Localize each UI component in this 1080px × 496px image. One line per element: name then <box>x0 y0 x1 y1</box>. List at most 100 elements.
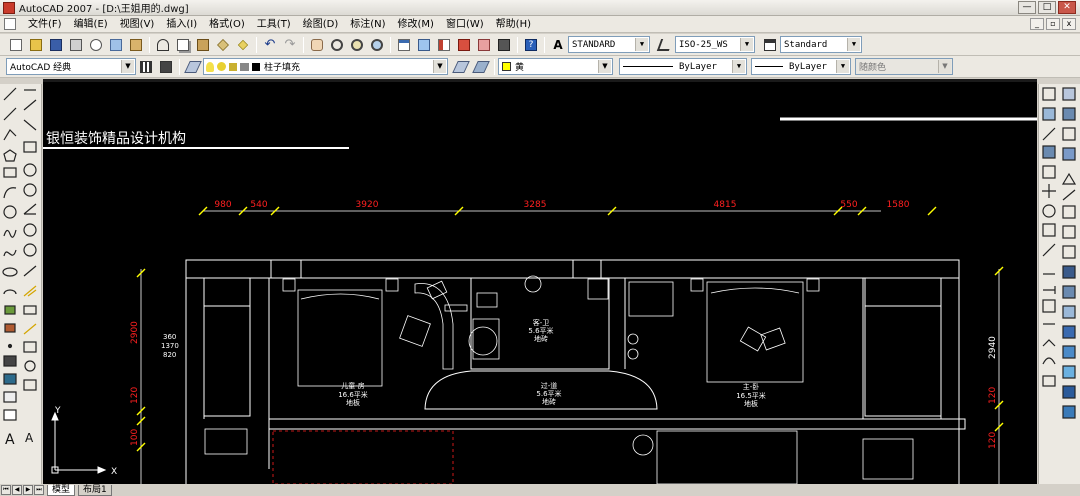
dim-baseline-icon[interactable] <box>23 265 37 277</box>
text-edit-icon[interactable]: A <box>25 431 34 445</box>
break-icon[interactable] <box>1042 299 1056 313</box>
make-block-icon[interactable] <box>4 323 16 333</box>
dim-arc-icon[interactable] <box>23 119 37 131</box>
move-icon[interactable] <box>1042 184 1056 198</box>
menu-window[interactable]: 窗口(W) <box>440 16 490 33</box>
copy-button[interactable] <box>174 36 192 54</box>
block-editor-button[interactable] <box>234 36 252 54</box>
doc-minimize-button[interactable]: _ <box>1030 18 1044 30</box>
save-button[interactable] <box>47 36 65 54</box>
table-style-select[interactable]: Standard ▼ <box>780 36 862 53</box>
explode-icon[interactable] <box>1042 375 1056 387</box>
lineweight-select[interactable]: ByLayer ▼ <box>751 58 851 75</box>
hatch-icon[interactable] <box>3 355 17 367</box>
lights-icon[interactable] <box>1062 245 1076 259</box>
solids-icon[interactable] <box>1062 305 1076 319</box>
zoom-previous-button[interactable] <box>368 36 386 54</box>
chevron-down-icon[interactable]: ▼ <box>433 60 446 73</box>
next-tab-button[interactable]: ▶ <box>23 485 33 495</box>
design-center-button[interactable] <box>415 36 433 54</box>
doc-restore-button[interactable]: ▫ <box>1046 18 1060 30</box>
gradient-icon[interactable] <box>3 373 17 385</box>
spline-icon[interactable] <box>3 249 17 257</box>
properties-button[interactable] <box>395 36 413 54</box>
text-style-select[interactable]: STANDARD ▼ <box>568 36 650 53</box>
3d-dwf-button[interactable] <box>127 36 145 54</box>
rectangle-icon[interactable] <box>3 167 17 178</box>
center-mark-icon[interactable] <box>24 360 36 372</box>
prev-tab-button[interactable]: ◀ <box>12 485 22 495</box>
menu-dimension[interactable]: 标注(N) <box>344 16 391 33</box>
draw-order-icon[interactable] <box>1062 87 1076 101</box>
scale-icon[interactable] <box>1042 223 1056 237</box>
mapping-icon[interactable] <box>1062 385 1076 399</box>
tolerance-icon[interactable] <box>23 341 37 353</box>
offset-icon[interactable] <box>1042 145 1056 159</box>
shade-icon[interactable] <box>1061 172 1077 185</box>
chevron-down-icon[interactable]: ▼ <box>938 60 951 73</box>
ucs-icon[interactable] <box>1062 265 1076 279</box>
zoom-window-button[interactable] <box>348 36 366 54</box>
sheet-set-button[interactable] <box>455 36 473 54</box>
first-tab-button[interactable]: ⏮ <box>1 485 11 495</box>
layer-select[interactable]: 柱子填充 ▼ <box>203 58 448 75</box>
multiline-text-icon[interactable]: A <box>5 432 15 448</box>
ellipse-arc-icon[interactable] <box>3 289 17 295</box>
quickcalc-button[interactable] <box>495 36 513 54</box>
chevron-down-icon[interactable]: ▼ <box>598 60 611 73</box>
insert-block-icon[interactable] <box>4 305 16 315</box>
menu-help[interactable]: 帮助(H) <box>490 16 537 33</box>
stretch-icon[interactable] <box>1042 243 1056 257</box>
fillet-icon[interactable] <box>1042 357 1056 365</box>
chevron-down-icon[interactable]: ▼ <box>836 60 849 73</box>
menu-draw[interactable]: 绘图(D) <box>297 16 345 33</box>
line-icon[interactable] <box>3 87 17 101</box>
publish-button[interactable] <box>107 36 125 54</box>
array-icon[interactable] <box>1042 165 1056 179</box>
bring-above-icon[interactable] <box>1062 127 1076 141</box>
redo-button[interactable]: ↷ <box>281 36 299 54</box>
point-icon[interactable] <box>7 343 13 349</box>
rotate-icon[interactable] <box>1042 204 1056 218</box>
visual-style-icon[interactable] <box>1062 365 1076 379</box>
chevron-down-icon[interactable]: ▼ <box>635 38 648 51</box>
mirror-icon[interactable] <box>1042 127 1056 141</box>
menu-modify[interactable]: 修改(M) <box>392 16 440 33</box>
chevron-down-icon[interactable]: ▼ <box>121 60 134 73</box>
workspace-select[interactable]: AutoCAD 经典 ▼ <box>6 58 136 75</box>
3d-orbit-icon[interactable] <box>1062 189 1076 201</box>
menu-file[interactable]: 文件(F) <box>22 16 68 33</box>
dim-ordinate-icon[interactable] <box>23 141 37 153</box>
dim-update-icon[interactable] <box>23 379 37 391</box>
tab-layout1[interactable]: 布局1 <box>78 484 112 496</box>
anim-icon[interactable] <box>1062 405 1076 419</box>
chevron-down-icon[interactable]: ▼ <box>732 60 745 73</box>
help-button[interactable]: ? <box>522 36 540 54</box>
table-icon[interactable] <box>3 409 17 421</box>
view-icon[interactable] <box>1062 285 1076 299</box>
paste-button[interactable] <box>194 36 212 54</box>
menu-format[interactable]: 格式(O) <box>203 16 251 33</box>
chevron-down-icon[interactable]: ▼ <box>847 38 860 51</box>
dim-radius-icon[interactable] <box>23 163 37 177</box>
dim-style-manager-button[interactable] <box>656 36 674 54</box>
dim-edit-icon[interactable] <box>23 305 37 315</box>
text-style-manager-button[interactable]: A <box>549 36 567 54</box>
table-style-manager-button[interactable] <box>761 36 779 54</box>
erase-icon[interactable] <box>1042 87 1056 101</box>
send-to-back-icon[interactable] <box>1062 107 1076 121</box>
plot-button[interactable] <box>67 36 85 54</box>
undo-button[interactable]: ↶ <box>261 36 279 54</box>
autocad-app-icon[interactable] <box>3 1 15 14</box>
layer-previous-button[interactable] <box>472 58 490 76</box>
circle-icon[interactable] <box>3 205 17 219</box>
send-under-icon[interactable] <box>1062 147 1076 161</box>
match-properties-button[interactable] <box>214 36 232 54</box>
quick-leader-icon[interactable] <box>23 323 37 335</box>
camera-icon[interactable] <box>1062 345 1076 359</box>
doc-close-button[interactable]: x <box>1062 18 1076 30</box>
tab-model[interactable]: 模型 <box>47 484 76 496</box>
open-file-button[interactable] <box>27 36 45 54</box>
polyline-icon[interactable] <box>3 129 17 141</box>
dim-style-select[interactable]: ISO-25_WS ▼ <box>675 36 755 53</box>
